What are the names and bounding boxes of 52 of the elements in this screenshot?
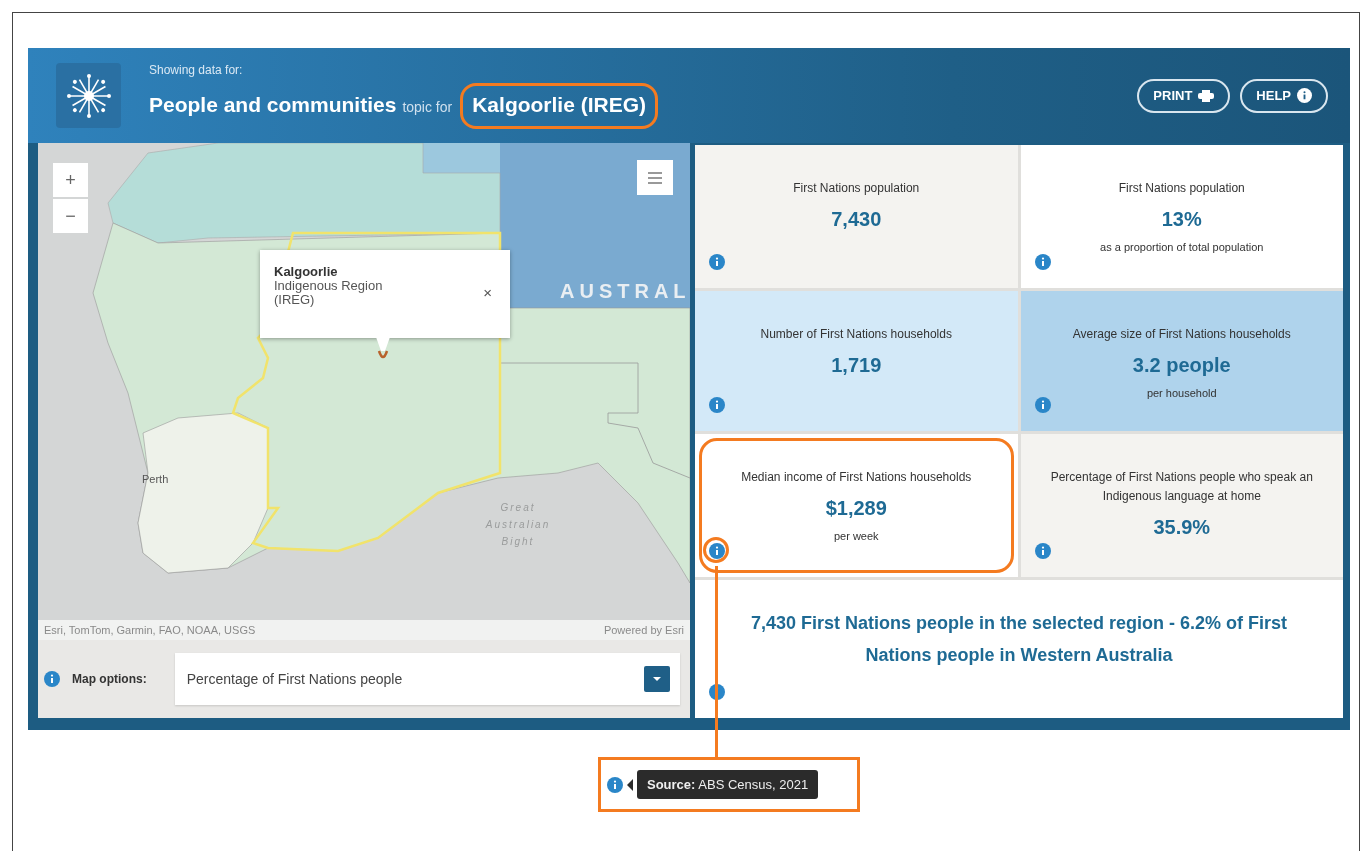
print-button[interactable]: PRINT — [1137, 78, 1231, 113]
layer-list-button[interactable] — [637, 160, 673, 195]
info-icon[interactable] — [1034, 397, 1051, 413]
country-label: AUSTRAL — [560, 280, 690, 303]
help-button[interactable]: HELP — [1240, 78, 1328, 113]
stat-label: Median income of First Nations households — [741, 469, 972, 486]
stat-label: Percentage of First Nations people who speak an Indigenous language at home — [1049, 469, 1314, 505]
close-button[interactable]: × — [483, 284, 492, 301]
info-icon[interactable] — [44, 671, 60, 687]
map-pin-icon — [374, 337, 392, 361]
stat-value: $1,289 — [825, 497, 887, 520]
stat-note: per household — [1146, 387, 1217, 399]
info-icon[interactable] — [607, 776, 623, 793]
printer-icon — [1198, 89, 1215, 102]
info-icon[interactable] — [1034, 543, 1051, 559]
stat-label: Average size of First Nations households — [1072, 326, 1291, 343]
attribution-text: Esri, TomTom, Garmin, FAO, NOAA, USGS — [44, 624, 256, 636]
topic-title: People and communities — [149, 92, 397, 117]
snowflake-logo-icon — [65, 72, 112, 119]
info-icon[interactable] — [1297, 88, 1312, 103]
info-icon[interactable] — [709, 397, 725, 413]
map-options-select[interactable]: Percentage of First Nations people — [174, 653, 680, 705]
popup-subtitle: Indigenous Region (IREG) — [274, 279, 384, 307]
info-icon[interactable] — [1034, 254, 1051, 270]
stat-value: 3.2 people — [1132, 354, 1231, 377]
stat-label: Number of First Nations households — [760, 326, 952, 343]
water-label: Great Australian Bight — [484, 501, 552, 549]
highlight-circle — [703, 537, 729, 563]
source-tooltip: Source: ABS Census, 2021 — [637, 770, 819, 799]
stat-note: as a proportion of total population — [1100, 241, 1264, 253]
stat-note: per week — [833, 530, 879, 542]
info-icon[interactable] — [709, 543, 725, 559]
map-options-label: Map options: — [72, 672, 147, 686]
stat-value: 13% — [1161, 208, 1202, 231]
powered-by-text: Powered by Esri — [603, 624, 684, 636]
zoom-out-button[interactable]: − — [53, 199, 88, 233]
list-icon — [648, 171, 662, 184]
popup-title: Kalgoorlie — [274, 264, 339, 279]
city-label: Perth — [142, 473, 169, 485]
header-eyebrow: Showing data for: — [149, 62, 244, 77]
region-title: Kalgoorlie (IREG) — [460, 82, 659, 129]
stat-value: 7,430 — [831, 208, 882, 231]
stat-label: First Nations population — [793, 180, 920, 197]
stat-value: 1,719 — [831, 354, 882, 377]
topic-connector: topic for — [402, 98, 453, 115]
stat-value: 35.9% — [1153, 516, 1211, 539]
summary-text: 7,430 First Nations people in the selected region - 6.2% of First Nations people in Western Australia — [749, 612, 1289, 667]
caret-icon — [644, 666, 670, 692]
info-icon[interactable] — [709, 254, 725, 270]
stat-label: First Nations population — [1118, 180, 1245, 197]
zoom-in-button[interactable]: + — [53, 163, 88, 197]
tooltip-pointer-icon — [627, 778, 633, 791]
